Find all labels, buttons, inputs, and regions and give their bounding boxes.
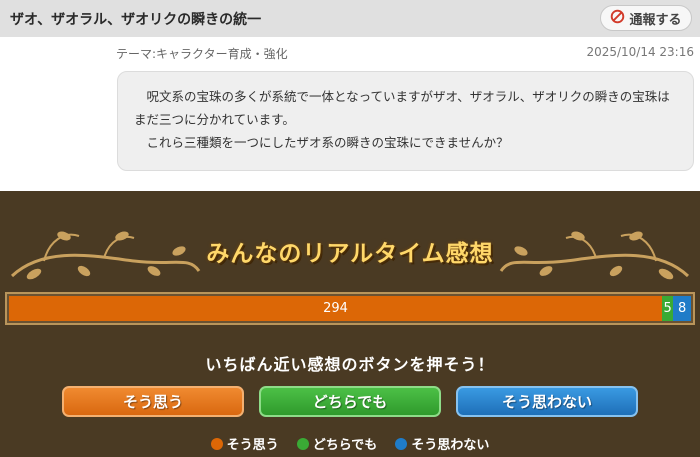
legend-item-disagree: そう思わない xyxy=(395,434,489,453)
agree-button[interactable]: そう思う xyxy=(62,386,244,417)
blue-dot-icon xyxy=(395,437,408,450)
report-button[interactable]: 通報する xyxy=(600,5,692,31)
post-header: ザオ、ザオラル、ザオリクの瞬きの統一 通報する xyxy=(0,0,700,37)
post-body-paragraph: 呪文系の宝珠の多くが系統で一体となっていますがザオ、ザオラル、ザオリクの瞬きの宝… xyxy=(134,89,670,127)
legend-label-agree: そう思う xyxy=(226,438,279,453)
green-dot-icon xyxy=(296,437,309,450)
vote-prompt: いちばん近い感想のボタンを押そう！ xyxy=(205,355,495,374)
vote-count-agree: 294 xyxy=(323,301,348,316)
post-theme: テーマ:キャラクター育成・強化 xyxy=(116,47,288,61)
post-date: 2025/10/14 23:16 xyxy=(586,45,694,59)
realtime-feedback-panel: みんなのリアルタイム感想 294 5 8 いちばん近い感想のボタンを押そう！ そ… xyxy=(0,191,700,457)
vote-bar-neutral: 5 xyxy=(662,296,674,321)
legend-item-neutral: どちらでも xyxy=(296,434,378,453)
vote-legend: そう思う どちらでも そう思わない xyxy=(0,434,700,453)
post-body-paragraph: これら三種類を一つにしたザオ系の瞬きの宝珠にできませんか？ xyxy=(146,135,509,150)
vote-bar-agree: 294 xyxy=(9,296,663,321)
disagree-button[interactable]: そう思わない xyxy=(456,386,638,417)
vote-bar-disagree: 8 xyxy=(673,296,691,321)
legend-label-neutral: どちらでも xyxy=(312,438,378,453)
vote-count-neutral: 5 xyxy=(663,301,672,316)
report-button-label: 通報する xyxy=(629,12,682,28)
vote-bar: 294 5 8 xyxy=(5,292,695,325)
legend-label-disagree: そう思わない xyxy=(411,438,490,453)
realtime-title: みんなのリアルタイム感想 xyxy=(206,241,494,267)
vote-count-disagree: 8 xyxy=(677,301,687,316)
neutral-button[interactable]: どちらでも xyxy=(259,386,441,417)
prohibit-icon xyxy=(610,9,625,28)
post-title: ザオ、ザオラル、ザオリクの瞬きの統一 xyxy=(10,12,262,28)
orange-dot-icon xyxy=(210,437,223,450)
post-body: 呪文系の宝珠の多くが系統で一体となっていますがザオ、ザオラル、ザオリクの瞬きの宝… xyxy=(117,71,694,171)
legend-item-agree: そう思う xyxy=(210,434,279,453)
